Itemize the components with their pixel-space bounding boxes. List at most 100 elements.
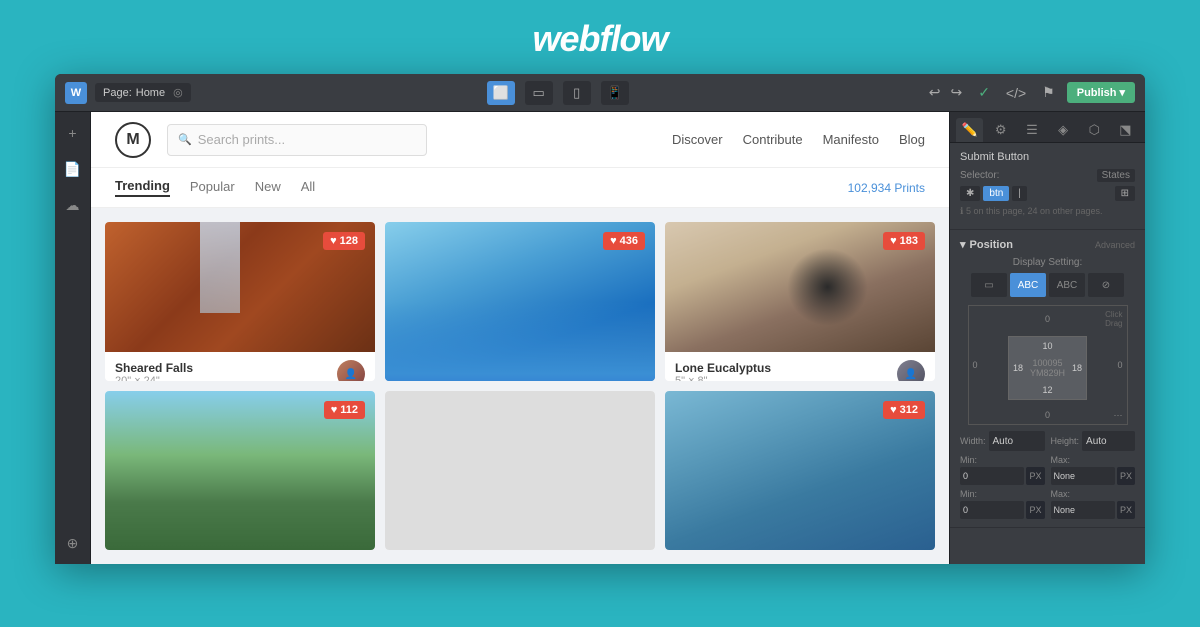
pos-outer-box: 0 0 0 10 18 12 18 100095YM829H 0 ··· Cli… — [968, 305, 1128, 425]
page-name: Home — [136, 87, 165, 99]
max-inputs: None PX — [1051, 467, 1136, 485]
panel-tab-interactions[interactable]: ◈ — [1050, 118, 1077, 142]
device-mobile-btn[interactable]: 📱 — [601, 81, 629, 105]
code-btn[interactable]: </> — [1002, 83, 1030, 103]
site-search-box[interactable]: 🔍 Search prints... — [167, 124, 427, 156]
toolbar-right: ↩ ↪ ✓ </> ⚑ Publish — [925, 82, 1135, 103]
panel-tab-layout[interactable]: ☰ — [1018, 118, 1045, 142]
margin-left-val[interactable]: 18 — [1013, 363, 1023, 373]
display-inline-block-btn[interactable]: ABC — [1010, 273, 1046, 297]
tab-trending[interactable]: Trending — [115, 178, 170, 197]
height-input[interactable]: Auto — [1082, 431, 1135, 451]
height-group: Height: Auto — [1051, 431, 1136, 451]
flag-btn[interactable]: ⚑ — [1038, 82, 1059, 103]
position-section: ▾ Position Advanced Display Setting: ▭ A… — [950, 230, 1145, 528]
panel-element-section: Submit Button Selector: States ✱ btn | ⊞… — [950, 143, 1145, 230]
card-4-likes: 112 — [324, 401, 365, 419]
max2-unit[interactable]: PX — [1117, 501, 1135, 519]
toolbar-logo: W — [65, 82, 87, 104]
max2-label: Max: — [1051, 489, 1136, 499]
width-label: Width: — [960, 436, 986, 446]
undo-redo: ↩ ↪ — [925, 82, 966, 103]
margin-right-val[interactable]: 18 — [1072, 363, 1082, 373]
sidebar-assets-icon[interactable]: ☁ — [60, 192, 86, 218]
position-box-wrapper: 0 0 0 10 18 12 18 100095YM829H 0 ··· Cli… — [968, 305, 1128, 425]
display-none-btn[interactable]: ⊘ — [1088, 273, 1124, 297]
sel-tag-btn[interactable]: btn — [983, 186, 1009, 201]
nav-blog[interactable]: Blog — [899, 132, 925, 147]
panel-tab-export[interactable]: ⬔ — [1112, 118, 1139, 142]
sel-tag-grid[interactable]: ⊞ — [1115, 186, 1135, 201]
tab-popular[interactable]: Popular — [190, 179, 235, 196]
display-block-btn[interactable]: ▭ — [971, 273, 1007, 297]
search-icon: 🔍 — [178, 133, 192, 146]
min2-label: Min: — [960, 489, 1045, 499]
site-nav: M 🔍 Search prints... Discover Contribute… — [91, 112, 949, 168]
heart-icon-4 — [331, 404, 338, 416]
undo-btn[interactable]: ↩ — [925, 82, 945, 103]
heart-icon-6 — [890, 404, 897, 416]
max-unit[interactable]: PX — [1117, 467, 1135, 485]
margin-bottom-val[interactable]: 12 — [1042, 385, 1052, 395]
max2-val-input[interactable]: None — [1051, 501, 1115, 519]
pos-label-left: 0 — [973, 360, 978, 370]
wh-row: Width: Auto Height: Auto — [960, 431, 1135, 451]
card-1-likes: 128 — [323, 232, 365, 250]
content-grid: 128 Sheared Falls 20" × 24" 👤 — [91, 208, 949, 564]
card-1-title: Sheared Falls — [115, 361, 193, 375]
nav-discover[interactable]: Discover — [672, 132, 723, 147]
max2-inputs: None PX — [1051, 501, 1136, 519]
tab-new[interactable]: New — [255, 179, 281, 196]
site-nav-links: Discover Contribute Manifesto Blog — [672, 132, 925, 147]
info-icon: ℹ — [960, 206, 963, 216]
sidebar-add-icon[interactable]: + — [60, 120, 86, 146]
position-title: ▾ Position — [960, 238, 1013, 251]
toolbar-center: ⬜ ▭ ▯ 📱 — [199, 81, 917, 105]
pos-more-btn[interactable]: ··· — [1114, 410, 1123, 420]
margin-top-val[interactable]: 10 — [1042, 341, 1052, 351]
card-1-footer: Sheared Falls 20" × 24" 👤 — [105, 352, 375, 381]
min-val-input[interactable]: 0 — [960, 467, 1024, 485]
panel-tab-settings[interactable]: ⚙ — [987, 118, 1014, 142]
advanced-label[interactable]: Advanced — [1095, 240, 1135, 250]
min-inputs: 0 PX — [960, 467, 1045, 485]
panel-tab-style[interactable]: ✏️ — [956, 118, 983, 142]
display-buttons: ▭ ABC ABC ⊘ — [960, 273, 1135, 297]
sel-tag-cursor[interactable]: | — [1012, 186, 1027, 201]
sidebar-layers-icon[interactable]: 📄 — [60, 156, 86, 182]
panel-tabs: ✏️ ⚙ ☰ ◈ ⬡ ⬔ — [950, 112, 1145, 143]
min-group: Min: 0 PX — [960, 455, 1045, 485]
panel-tab-components[interactable]: ⬡ — [1081, 118, 1108, 142]
device-tablet-landscape-btn[interactable]: ▭ — [525, 81, 553, 105]
check-btn[interactable]: ✓ — [974, 82, 994, 103]
toolbar: W Page: Home ◎ ⬜ ▭ ▯ 📱 ↩ ↪ ✓ </> ⚑ Publi… — [55, 74, 1145, 112]
card-5-image — [385, 391, 655, 550]
min2-val-input[interactable]: 0 — [960, 501, 1024, 519]
device-tablet-btn[interactable]: ▯ — [563, 81, 591, 105]
publish-button[interactable]: Publish — [1067, 82, 1135, 103]
display-inline-btn[interactable]: ABC — [1049, 273, 1085, 297]
states-btn[interactable]: States — [1097, 169, 1135, 182]
selector-label: Selector: — [960, 170, 999, 181]
search-placeholder: Search prints... — [198, 132, 285, 147]
tab-all[interactable]: All — [301, 179, 315, 196]
card-2: 436 — [385, 222, 655, 381]
page-indicator: Page: Home ◎ — [95, 83, 191, 102]
device-desktop-btn[interactable]: ⬜ — [487, 81, 515, 105]
nav-contribute[interactable]: Contribute — [743, 132, 803, 147]
card-5 — [385, 391, 655, 550]
sel-tag-asterisk[interactable]: ✱ — [960, 186, 980, 201]
width-input[interactable]: Auto — [989, 431, 1045, 451]
webflow-header: webflow — [0, 0, 1200, 74]
max-val-input[interactable]: None — [1051, 467, 1115, 485]
card-3-footer: Lone Eucalyptus 5" × 8" 👤 — [665, 352, 935, 381]
min2-unit[interactable]: PX — [1026, 501, 1044, 519]
min-unit[interactable]: PX — [1026, 467, 1044, 485]
redo-btn[interactable]: ↪ — [946, 82, 966, 103]
main-area: + 📄 ☁ ⊕ M 🔍 Search prints... Discover Co… — [55, 112, 1145, 564]
nav-manifesto[interactable]: Manifesto — [823, 132, 879, 147]
min-label: Min: — [960, 455, 1045, 465]
sidebar-cms-icon[interactable]: ⊕ — [60, 530, 86, 556]
preview-icon[interactable]: ◎ — [173, 86, 183, 99]
card-3-image: 183 — [665, 222, 935, 352]
